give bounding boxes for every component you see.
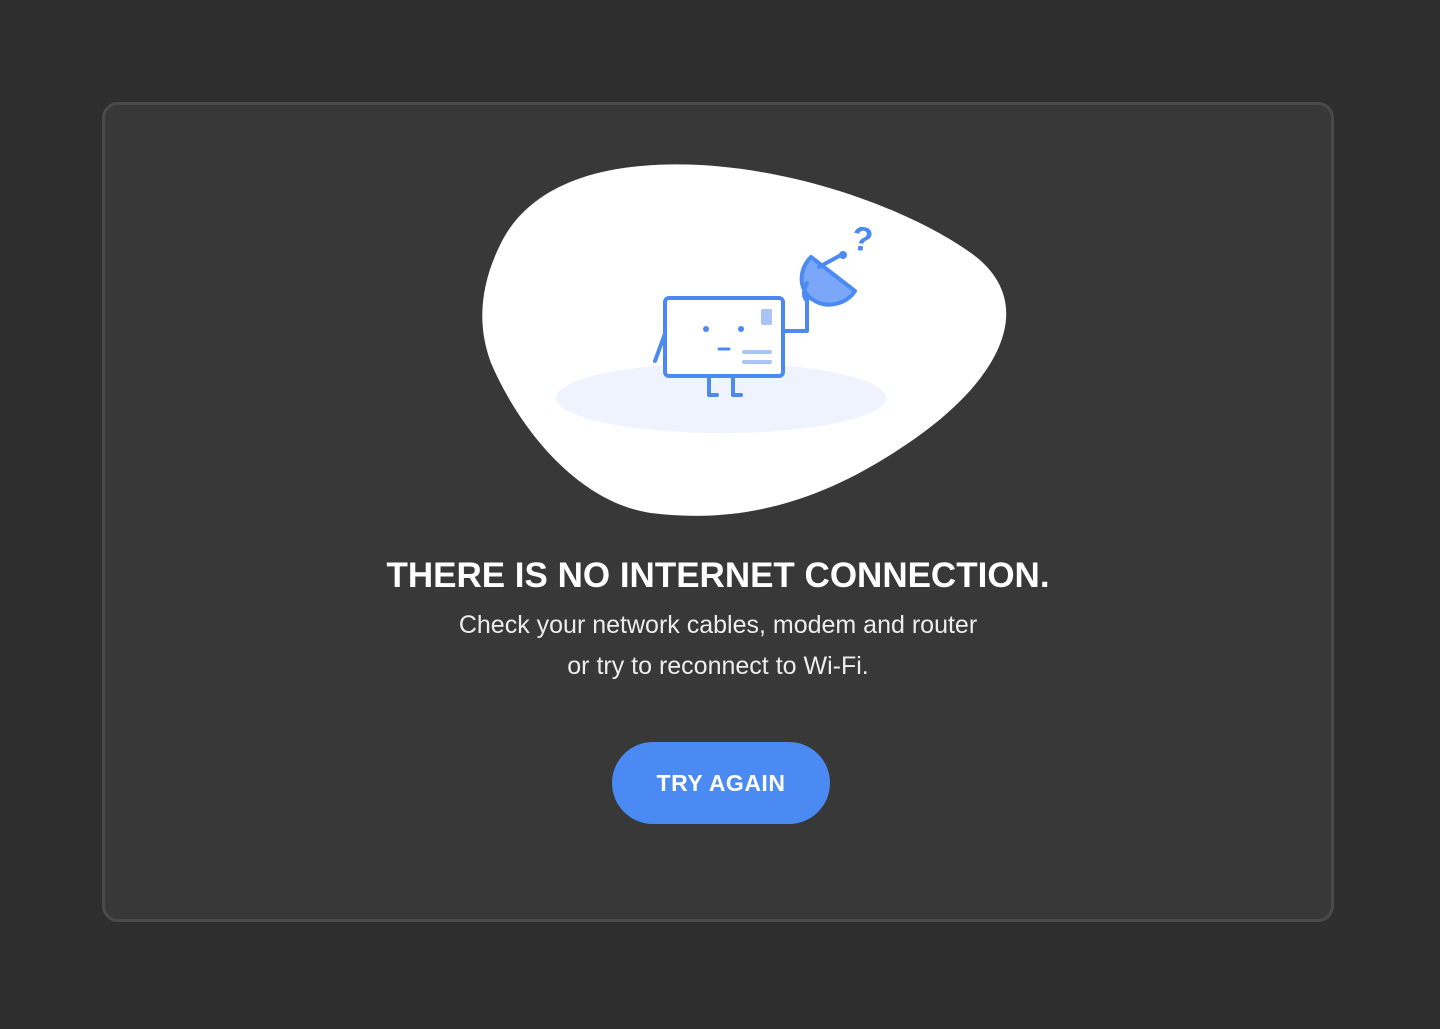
error-message-line-2: or try to reconnect to Wi-Fi. — [567, 652, 869, 680]
error-title: THERE IS NO INTERNET CONNECTION. — [386, 556, 1050, 595]
try-again-button[interactable]: TRY AGAIN — [612, 742, 830, 824]
card-stamp — [761, 309, 772, 325]
error-message-line-1: Check your network cables, modem and rou… — [458, 611, 978, 639]
card-line-2 — [742, 360, 772, 364]
card-line-1 — [742, 350, 772, 354]
error-message: Check your network cables, modem and rou… — [105, 605, 1331, 687]
offline-dialog: ? THERE IS NO INTERNET CONNECTION. Check… — [102, 102, 1334, 922]
offline-illustration: ? — [482, 164, 1007, 516]
